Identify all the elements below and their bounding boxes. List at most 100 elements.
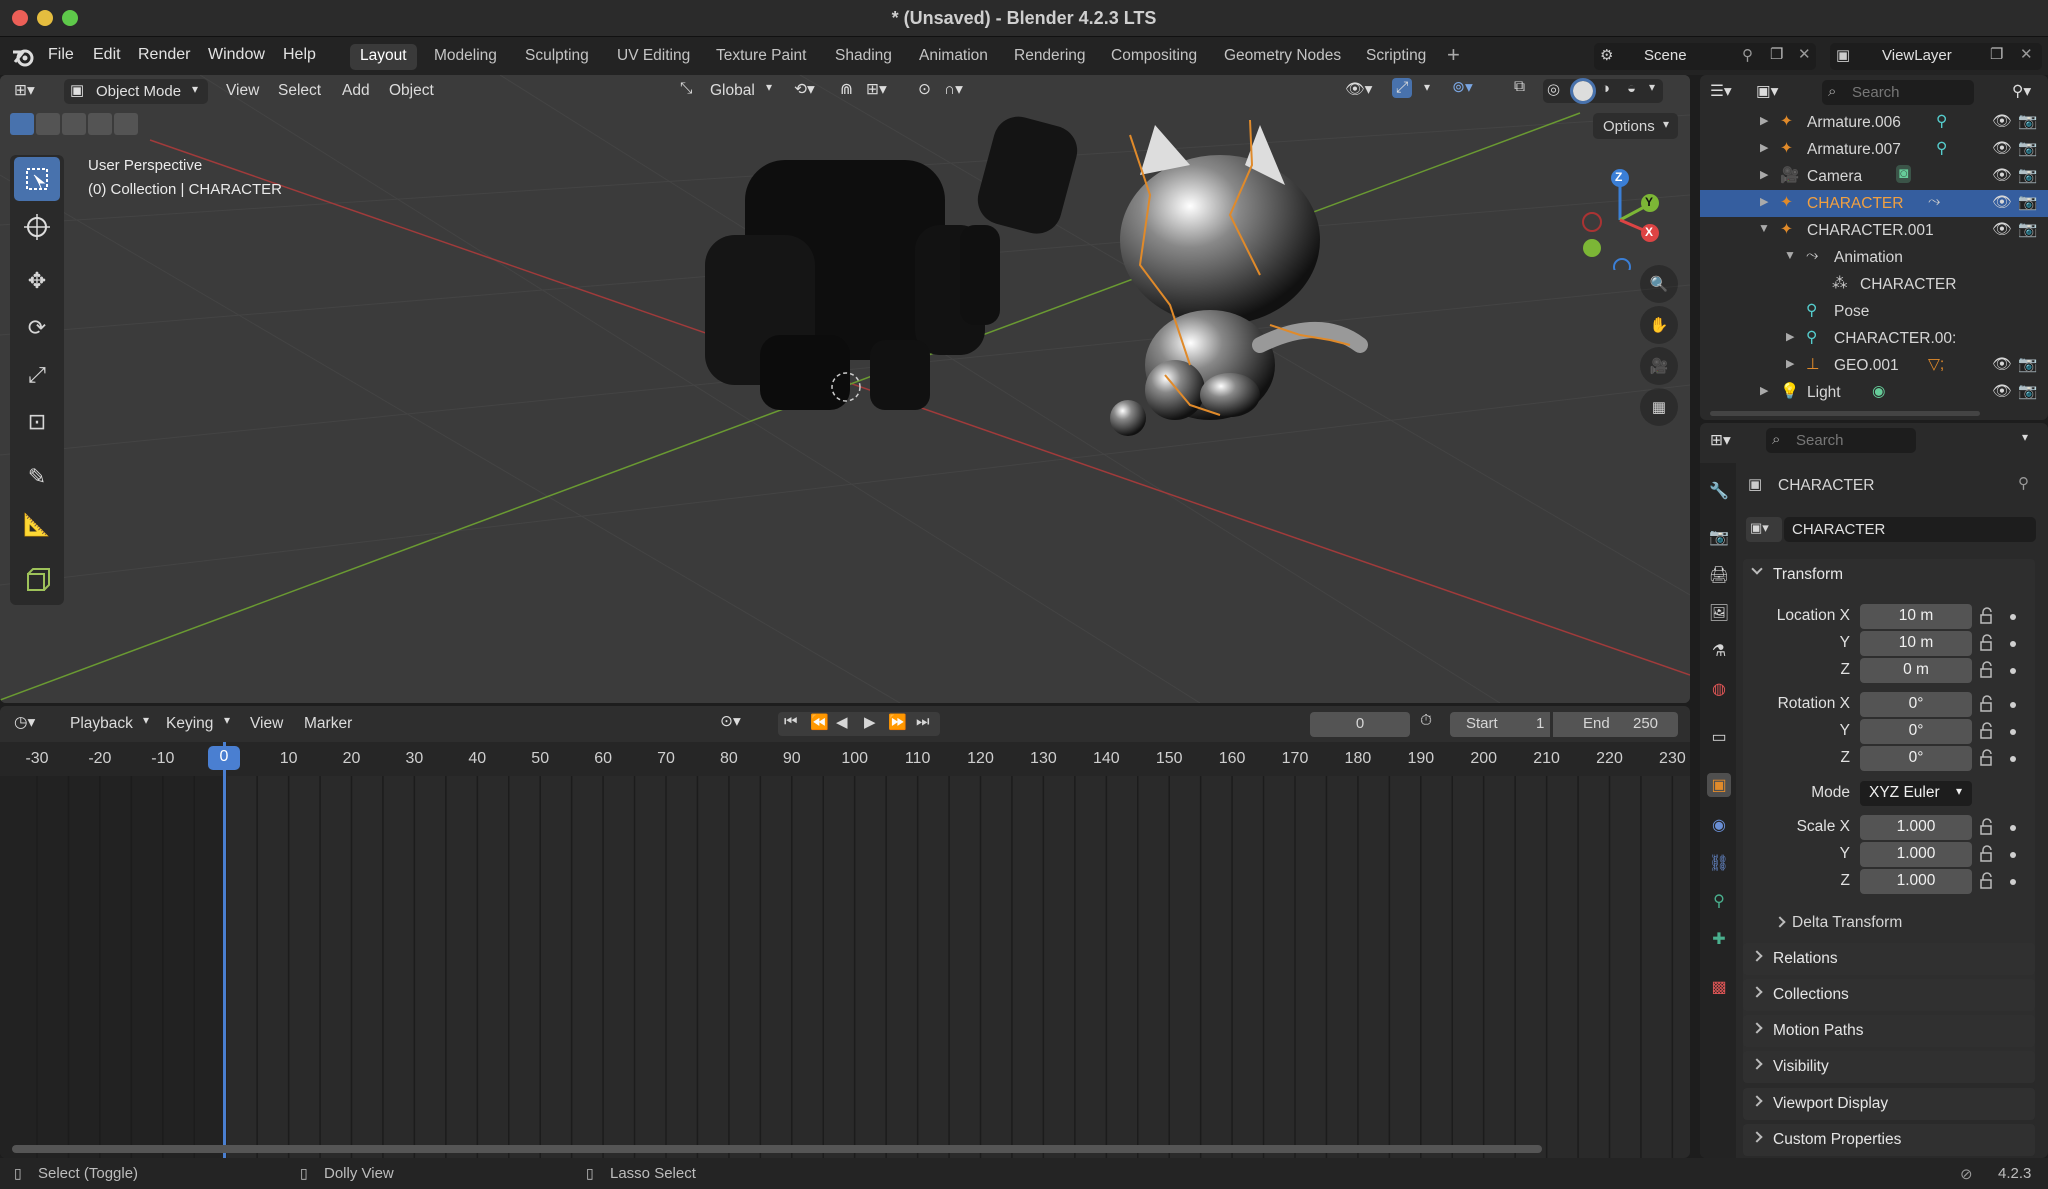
end-frame-field[interactable]: End 250 [1553, 712, 1678, 737]
outliner-row-character-001[interactable]: ▼ ✦ CHARACTER.001 👁 📷 [1700, 217, 2048, 244]
menu-edit[interactable]: Edit [93, 46, 121, 64]
menu-marker[interactable]: Marker [304, 715, 352, 733]
current-frame-field[interactable]: 0 [1310, 712, 1410, 737]
tab-geometry-nodes[interactable]: Geometry Nodes [1214, 44, 1351, 70]
frame-ruler[interactable]: -30 -20 -10 10 20 30 40 50 60 70 80 90 100 110 120 130 1… [0, 742, 1690, 776]
outliner-row-animation[interactable]: ▼ ⤳ Animation [1700, 244, 2048, 271]
keyframe-dot-icon[interactable] [2010, 825, 2016, 831]
play-reverse-icon[interactable]: ◀ [836, 713, 848, 731]
keyframe-dot-icon[interactable] [2010, 702, 2016, 708]
outliner-scrollbar[interactable] [1710, 411, 1980, 416]
lock-icon[interactable] [1978, 749, 1996, 767]
3d-viewport[interactable]: ⊞▾ ▣ Object Mode ▾ View Select Add Objec… [0, 75, 1690, 703]
outliner-row-character-data[interactable]: ▶ ⚲ CHARACTER.00: [1700, 325, 2048, 352]
chevron-down-icon[interactable]: ▾ [2022, 430, 2028, 444]
render-camera-icon[interactable]: 📷 [2018, 112, 2037, 131]
display-mode-icon[interactable]: ▣▾ [1756, 82, 1778, 101]
tab-layout[interactable]: Layout [350, 44, 417, 70]
properties-editor-type-icon[interactable]: ⊞▾ [1710, 431, 1731, 450]
collections-panel[interactable]: Collections [1743, 979, 2035, 1011]
render-tab-icon[interactable]: 📷 [1707, 525, 1731, 549]
tab-shading[interactable]: Shading [825, 44, 902, 70]
menu-object[interactable]: Object [389, 82, 434, 100]
outliner-row-action-character[interactable]: ⁂ CHARACTER [1700, 271, 2048, 298]
menu-view[interactable]: View [226, 82, 259, 100]
chevron-down-icon[interactable]: ▾ [1424, 80, 1430, 94]
jump-end-icon[interactable]: ⏭ [916, 713, 930, 730]
render-camera-icon[interactable]: 📷 [2018, 139, 2037, 158]
jump-keyframe-back-icon[interactable]: ⏪ [810, 713, 829, 731]
select-invert-icon[interactable] [88, 113, 112, 135]
ortho-toggle-icon[interactable]: ▦ [1640, 388, 1678, 426]
keyframe-dot-icon[interactable] [2010, 756, 2016, 762]
pin-icon[interactable]: ⚲ [1742, 46, 1753, 64]
viewlayer-selector[interactable]: ▣ ViewLayer ❐ ✕ [1830, 43, 2042, 70]
scale-y-field[interactable]: 1.000 [1860, 842, 1972, 867]
expand-icon[interactable]: ▶ [1760, 114, 1768, 127]
render-camera-icon[interactable]: 📷 [2018, 193, 2037, 212]
world-tab-icon[interactable]: ◍ [1707, 677, 1731, 701]
render-camera-icon[interactable]: 📷 [2018, 166, 2037, 185]
menu-playback[interactable]: Playback [70, 715, 133, 733]
eye-icon[interactable]: 👁 [1992, 355, 2012, 374]
material-shading-icon[interactable]: ◑ [1601, 80, 1610, 97]
transform-tool-icon[interactable]: ⊡ [14, 400, 60, 444]
object-tab-icon[interactable]: ▣ [1707, 773, 1731, 797]
outliner[interactable]: ☰▾ ▣▾ ⌕ Search ⚲▾ ▶ ✦ Armature.006 ⚲ 👁 📷… [1700, 75, 2048, 420]
lock-icon[interactable] [1978, 661, 1996, 679]
outliner-row-character[interactable]: ▶ ✦ CHARACTER ⤳ 👁 📷 [1700, 190, 2048, 217]
scale-z-field[interactable]: 1.000 [1860, 869, 1972, 894]
render-camera-icon[interactable]: 📷 [2018, 355, 2037, 374]
eye-icon[interactable]: 👁 [1992, 112, 2012, 131]
lock-icon[interactable] [1978, 845, 1996, 863]
keyframe-dot-icon[interactable] [2010, 729, 2016, 735]
expand-icon[interactable]: ▶ [1760, 141, 1768, 154]
outliner-row-camera[interactable]: ▶ 🎥 Camera ◙ 👁 📷 [1700, 163, 2048, 190]
timeline-scrollbar[interactable] [12, 1145, 1542, 1153]
rotation-z-field[interactable]: 0° [1860, 746, 1972, 771]
start-frame-field[interactable]: Start 1 [1450, 712, 1550, 737]
play-icon[interactable]: ▶ [864, 713, 876, 731]
chevron-down-icon[interactable] [1751, 563, 1763, 575]
scale-tool-icon[interactable]: ⤢ [14, 353, 60, 397]
transform-orientation-icon[interactable]: ⤡ [680, 80, 692, 98]
tool-tab-icon[interactable]: 🔧 [1707, 479, 1731, 503]
tab-uv-editing[interactable]: UV Editing [607, 44, 700, 70]
outliner-row-armature-007[interactable]: ▶ ✦ Armature.007 ⚲ 👁 📷 [1700, 136, 2048, 163]
rotation-x-field[interactable]: 0° [1860, 692, 1972, 717]
expand-icon[interactable]: ▶ [1760, 168, 1768, 181]
playhead[interactable] [223, 742, 226, 1158]
transform-orientation-dropdown[interactable]: Global [710, 82, 755, 100]
falloff-icon[interactable]: ∩▾ [944, 80, 963, 99]
scale-x-field[interactable]: 1.000 [1860, 815, 1972, 840]
rotation-y-field[interactable]: 0° [1860, 719, 1972, 744]
output-tab-icon[interactable]: 🖨 [1707, 563, 1731, 587]
view-layer-tab-icon[interactable]: 🖼 [1707, 601, 1731, 625]
object-data-tab-icon[interactable]: ⚲ [1707, 889, 1731, 913]
eye-icon[interactable]: 👁 [1992, 220, 2012, 239]
object-constraint-tab-icon[interactable]: ⛓ [1707, 851, 1731, 875]
gizmo-toggle-icon[interactable]: ⤢ [1392, 78, 1413, 98]
select-extend-icon[interactable] [36, 113, 60, 135]
snap-icon[interactable]: ⋒ [840, 80, 853, 99]
menu-help[interactable]: Help [283, 46, 316, 64]
keyframe-dot-icon[interactable] [2010, 641, 2016, 647]
lock-icon[interactable] [1978, 872, 1996, 890]
menu-file[interactable]: File [48, 46, 74, 64]
rendered-shading-icon[interactable]: ◒ [1627, 80, 1636, 97]
proportional-edit-icon[interactable]: ⊙ [918, 80, 931, 99]
outliner-search-input[interactable]: ⌕ Search [1822, 80, 1974, 105]
annotate-tool-icon[interactable]: ✎ [14, 455, 60, 499]
select-new-icon[interactable] [10, 113, 34, 135]
snap-target-icon[interactable]: ⊞▾ [866, 80, 887, 99]
new-viewlayer-icon[interactable]: ❐ [1990, 45, 2003, 63]
viewport-display-panel[interactable]: Viewport Display [1743, 1088, 2035, 1120]
menu-render[interactable]: Render [138, 46, 190, 64]
editor-type-icon[interactable]: ⊞▾ [14, 81, 35, 100]
scene-selector[interactable]: ⚙ Scene ⚲ ❐ ✕ [1594, 43, 1816, 70]
object-browse-icon[interactable]: ▣▾ [1746, 517, 1782, 542]
tab-scripting[interactable]: Scripting [1356, 44, 1436, 70]
jump-start-icon[interactable]: ⏮ [784, 713, 798, 730]
physics-tab-icon[interactable]: ◉ [1707, 813, 1731, 837]
keyframe-dot-icon[interactable] [2010, 879, 2016, 885]
